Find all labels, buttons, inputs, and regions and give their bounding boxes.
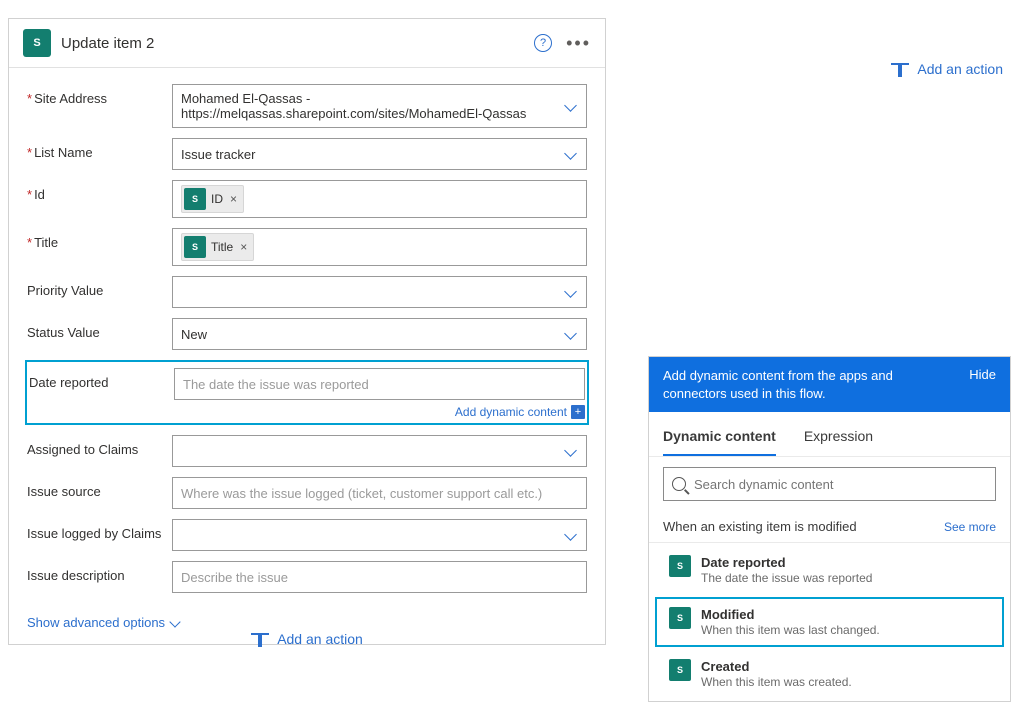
banner-text: Add dynamic content from the apps and co…	[663, 367, 938, 402]
remove-token-icon[interactable]: ×	[230, 192, 237, 206]
item-subtitle: When this item was created.	[701, 675, 990, 689]
issue-logged-by-select[interactable]	[172, 519, 587, 551]
chevron-down-icon[interactable]	[564, 329, 578, 339]
label-id: *Id	[27, 180, 172, 202]
chevron-down-icon[interactable]	[564, 149, 578, 159]
list-name-select[interactable]: Issue tracker	[172, 138, 587, 170]
title-token-label: Title	[211, 240, 233, 254]
item-title: Date reported	[701, 555, 990, 570]
help-icon[interactable]: ?	[534, 34, 552, 52]
chevron-down-icon[interactable]	[564, 101, 578, 111]
dynamic-content-section-header: When an existing item is modified See mo…	[649, 511, 1010, 543]
chevron-down-icon[interactable]	[564, 446, 578, 456]
chevron-down-icon[interactable]	[564, 287, 578, 297]
label-assigned-to: Assigned to Claims	[27, 435, 172, 457]
id-token-label: ID	[211, 192, 223, 206]
sharepoint-icon: S	[669, 555, 691, 577]
priority-select[interactable]	[172, 276, 587, 308]
date-reported-highlight: Date reported The date the issue was rep…	[25, 360, 589, 425]
section-title: When an existing item is modified	[663, 519, 857, 534]
plus-icon: +	[571, 405, 585, 419]
sharepoint-icon: S	[669, 659, 691, 681]
card-header: S Update item 2 ? •••	[9, 19, 605, 68]
sharepoint-icon: S	[23, 29, 51, 57]
sharepoint-icon: S	[184, 188, 206, 210]
see-more-link[interactable]: See more	[944, 520, 996, 534]
label-issue-source: Issue source	[27, 477, 172, 499]
sharepoint-icon: S	[669, 607, 691, 629]
more-menu-icon[interactable]: •••	[566, 34, 591, 52]
issue-description-placeholder: Describe the issue	[181, 570, 288, 585]
assigned-to-select[interactable]	[172, 435, 587, 467]
add-action-right[interactable]: Add an action	[891, 60, 1003, 78]
list-name-value: Issue tracker	[181, 147, 255, 162]
sharepoint-icon: S	[184, 236, 206, 258]
item-title: Created	[701, 659, 990, 674]
site-address-select[interactable]: Mohamed El-Qassas - https://melqassas.sh…	[172, 84, 587, 128]
label-issue-description: Issue description	[27, 561, 172, 583]
tab-expression[interactable]: Expression	[804, 420, 873, 456]
label-list-name: *List Name	[27, 138, 172, 160]
label-title: *Title	[27, 228, 172, 250]
site-address-line1: Mohamed El-Qassas -	[181, 91, 556, 106]
tab-dynamic-content[interactable]: Dynamic content	[663, 420, 776, 456]
issue-description-input[interactable]: Describe the issue	[172, 561, 587, 593]
status-value: New	[181, 327, 207, 342]
title-input[interactable]: S Title ×	[172, 228, 587, 266]
site-address-line2: https://melqassas.sharepoint.com/sites/M…	[181, 106, 556, 121]
card-title: Update item 2	[61, 35, 534, 52]
date-reported-placeholder: The date the issue was reported	[183, 377, 369, 392]
item-subtitle: When this item was last changed.	[701, 623, 990, 637]
dynamic-content-tabs: Dynamic content Expression	[649, 412, 1010, 457]
remove-token-icon[interactable]: ×	[240, 240, 247, 254]
dynamic-item-created[interactable]: S Created When this item was created.	[655, 649, 1004, 699]
search-input[interactable]	[694, 477, 987, 492]
issue-source-input[interactable]: Where was the issue logged (ticket, cust…	[172, 477, 587, 509]
hide-panel-link[interactable]: Hide	[969, 367, 996, 382]
title-token[interactable]: S Title ×	[181, 233, 254, 261]
add-dynamic-content-link[interactable]: Add dynamic content +	[455, 405, 585, 419]
label-status: Status Value	[27, 318, 172, 340]
id-token[interactable]: S ID ×	[181, 185, 244, 213]
item-title: Modified	[701, 607, 990, 622]
label-site-address: *Site Address	[27, 84, 172, 106]
show-advanced-options-link[interactable]: Show advanced options	[27, 615, 179, 630]
label-date-reported: Date reported	[29, 368, 174, 390]
date-reported-input[interactable]: The date the issue was reported	[174, 368, 585, 400]
card-body: *Site Address Mohamed El-Qassas - https:…	[9, 68, 605, 644]
item-subtitle: The date the issue was reported	[701, 571, 990, 585]
label-issue-logged-by: Issue logged by Claims	[27, 519, 172, 541]
search-icon	[672, 477, 686, 491]
dynamic-item-date-reported[interactable]: S Date reported The date the issue was r…	[655, 545, 1004, 595]
dynamic-item-modified[interactable]: S Modified When this item was last chang…	[655, 597, 1004, 647]
label-priority: Priority Value	[27, 276, 172, 298]
add-action-icon	[251, 630, 269, 648]
dynamic-content-panel: Add dynamic content from the apps and co…	[648, 356, 1011, 702]
dynamic-content-search[interactable]	[663, 467, 996, 501]
status-select[interactable]: New	[172, 318, 587, 350]
add-action-button[interactable]: Add an action	[251, 630, 363, 648]
add-action-icon	[891, 60, 909, 78]
chevron-down-icon[interactable]	[564, 530, 578, 540]
id-input[interactable]: S ID ×	[172, 180, 587, 218]
add-action-bottom: Add an action	[8, 630, 606, 651]
dynamic-content-banner: Add dynamic content from the apps and co…	[649, 357, 1010, 412]
chevron-down-icon	[169, 616, 180, 627]
update-item-card: S Update item 2 ? ••• *Site Address Moha…	[8, 18, 606, 645]
issue-source-placeholder: Where was the issue logged (ticket, cust…	[181, 486, 542, 501]
